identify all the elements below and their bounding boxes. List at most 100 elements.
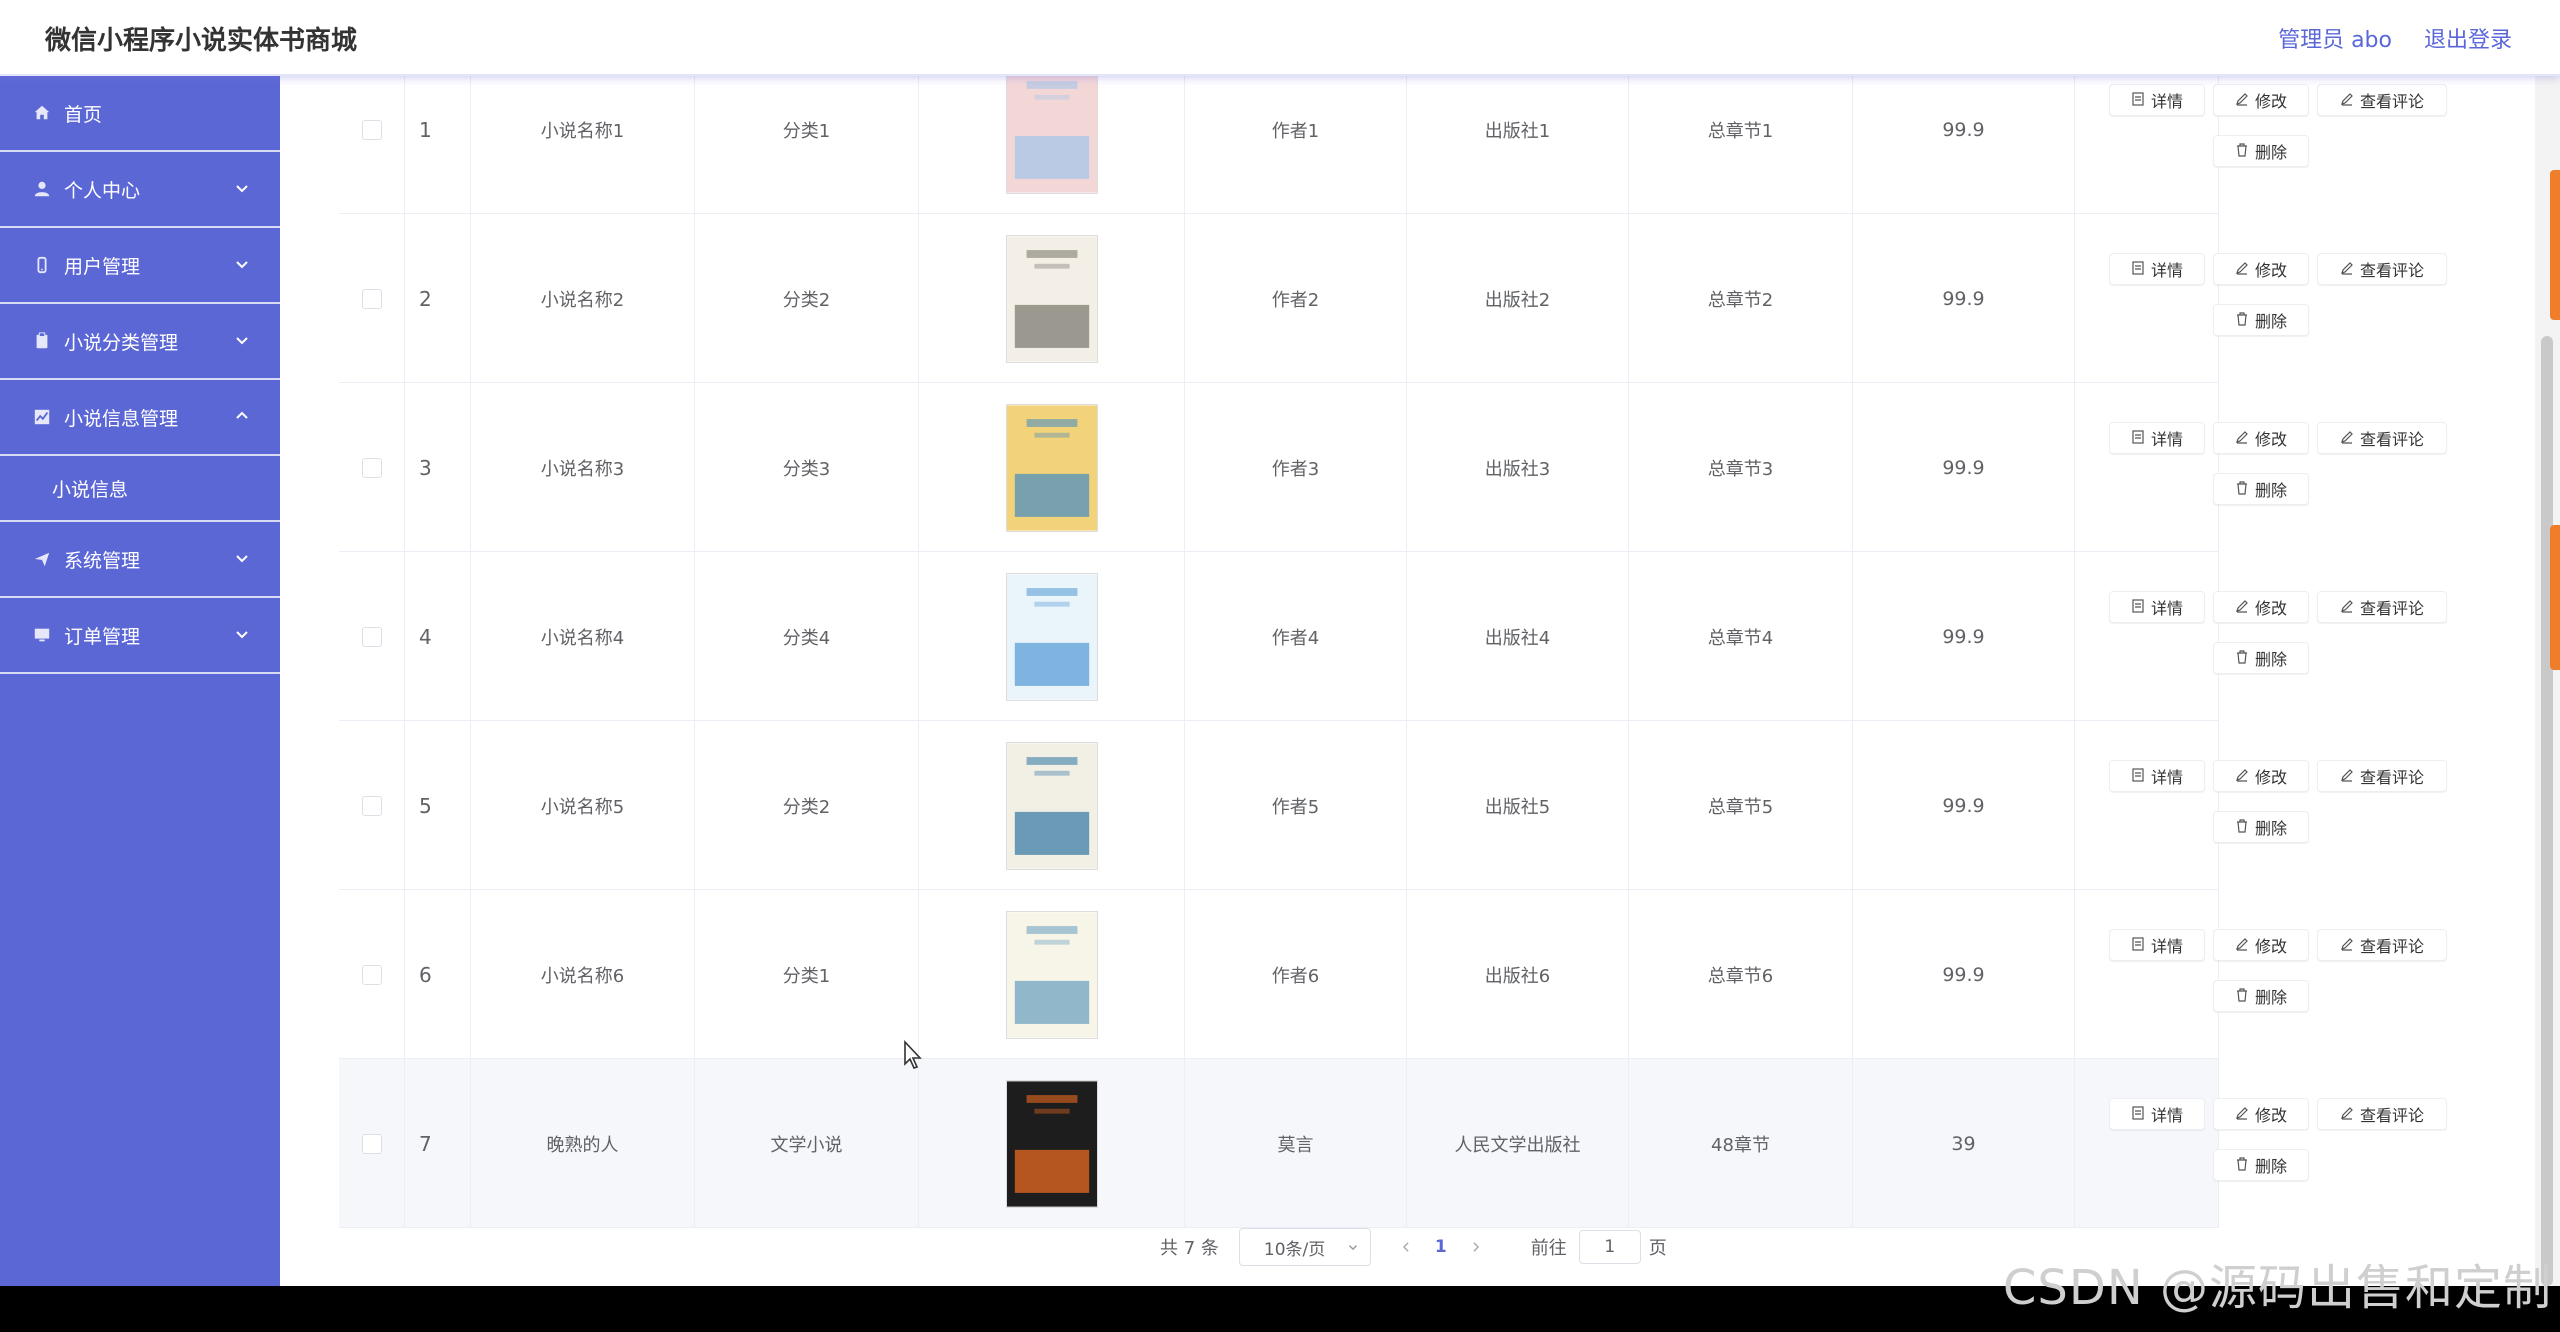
row-checkbox[interactable] bbox=[361, 119, 382, 140]
detail-button[interactable]: 详情 bbox=[2109, 1098, 2205, 1130]
sidebar-subitem-novel-info[interactable]: 小说信息 bbox=[0, 456, 280, 522]
sidebar-item-home[interactable]: 首页 bbox=[0, 76, 280, 152]
view-comments-button[interactable]: 查看评论 bbox=[2317, 84, 2447, 116]
ops-cell bbox=[2075, 890, 2219, 1059]
view-comments-button[interactable]: 查看评论 bbox=[2317, 253, 2447, 285]
row-checkbox[interactable] bbox=[361, 964, 382, 985]
sidebar-item-users[interactable]: 用户管理 bbox=[0, 228, 280, 304]
monitor-icon bbox=[32, 625, 52, 645]
novel-name: 小说名称5 bbox=[471, 721, 695, 890]
page-size-value: 10条/页 bbox=[1263, 1239, 1326, 1260]
novel-name: 小说名称3 bbox=[471, 383, 695, 552]
goto-page-input[interactable] bbox=[1578, 1230, 1641, 1264]
detail-button[interactable]: 详情 bbox=[2109, 422, 2205, 454]
book-cover-image[interactable] bbox=[1005, 1079, 1098, 1208]
chevron-down-icon bbox=[236, 185, 248, 193]
delete-button[interactable]: 删除 bbox=[2213, 473, 2309, 505]
chevron-down-icon bbox=[236, 337, 248, 345]
next-page-icon[interactable] bbox=[1469, 1240, 1483, 1254]
row-checkbox[interactable] bbox=[361, 1133, 382, 1154]
book-cover-image[interactable] bbox=[1005, 910, 1098, 1039]
row-checkbox[interactable] bbox=[361, 795, 382, 816]
edit-button[interactable]: 修改 bbox=[2213, 422, 2309, 454]
detail-button[interactable]: 详情 bbox=[2109, 591, 2205, 623]
view-comments-button[interactable]: 查看评论 bbox=[2317, 591, 2447, 623]
novel-author: 莫言 bbox=[1185, 1059, 1407, 1228]
sidebar-item-novel-info[interactable]: 小说信息管理 bbox=[0, 380, 280, 456]
view-comments-button[interactable]: 查看评论 bbox=[2317, 760, 2447, 792]
view-comments-button[interactable]: 查看评论 bbox=[2317, 422, 2447, 454]
delete-button[interactable]: 删除 bbox=[2213, 642, 2309, 674]
goto-label: 前往 bbox=[1530, 1238, 1567, 1259]
scrollbar-thumb[interactable] bbox=[2541, 336, 2553, 1286]
sidebar-item-system[interactable]: 系统管理 bbox=[0, 522, 280, 598]
book-cover-image[interactable] bbox=[1005, 572, 1098, 701]
chevron-down-icon bbox=[236, 555, 248, 563]
book-cover-image[interactable] bbox=[1005, 403, 1098, 532]
side-accent-top bbox=[2550, 170, 2560, 320]
prev-page-icon[interactable] bbox=[1399, 1240, 1413, 1254]
edit-icon bbox=[2340, 936, 2354, 955]
edit-button[interactable]: 修改 bbox=[2213, 1098, 2309, 1130]
mouse-cursor-icon bbox=[904, 1040, 922, 1069]
detail-button[interactable]: 详情 bbox=[2109, 760, 2205, 792]
detail-button[interactable]: 详情 bbox=[2109, 84, 2205, 116]
sidebar-item-category[interactable]: 小说分类管理 bbox=[0, 304, 280, 380]
view-comments-button[interactable]: 查看评论 bbox=[2317, 929, 2447, 961]
row-index: 6 bbox=[405, 890, 471, 1059]
sidebar-subitem-label: 小说信息 bbox=[52, 478, 129, 501]
novel-publisher: 出版社5 bbox=[1407, 721, 1629, 890]
delete-button[interactable]: 删除 bbox=[2213, 135, 2309, 167]
sidebar: 首页 个人中心 用户管理 小说分类管理 小说信息管理 小说信息 系统管理 订单管… bbox=[0, 76, 280, 1286]
edit-button[interactable]: 修改 bbox=[2213, 929, 2309, 961]
edit-icon bbox=[2340, 1105, 2354, 1124]
book-cover-image[interactable] bbox=[1005, 741, 1098, 870]
delete-button[interactable]: 删除 bbox=[2213, 980, 2309, 1012]
page-number-current[interactable]: 1 bbox=[1435, 1237, 1447, 1257]
sidebar-item-label: 小说信息管理 bbox=[64, 407, 179, 430]
sidebar-item-label: 用户管理 bbox=[64, 255, 141, 278]
cover-cell bbox=[919, 552, 1185, 721]
delete-button[interactable]: 删除 bbox=[2213, 1149, 2309, 1181]
document-icon bbox=[2131, 767, 2145, 786]
edit-icon bbox=[2235, 767, 2249, 786]
row-index: 2 bbox=[405, 214, 471, 383]
row-checkbox[interactable] bbox=[361, 288, 382, 309]
row-checkbox[interactable] bbox=[361, 457, 382, 478]
edit-button[interactable]: 修改 bbox=[2213, 591, 2309, 623]
edit-button[interactable]: 修改 bbox=[2213, 760, 2309, 792]
sidebar-item-label: 小说分类管理 bbox=[64, 331, 179, 354]
novel-publisher: 出版社4 bbox=[1407, 552, 1629, 721]
home-icon bbox=[32, 103, 52, 123]
delete-button[interactable]: 删除 bbox=[2213, 304, 2309, 336]
sidebar-item-orders[interactable]: 订单管理 bbox=[0, 598, 280, 674]
document-icon bbox=[2131, 936, 2145, 955]
book-cover-image[interactable] bbox=[1005, 234, 1098, 363]
admin-label[interactable]: 管理员 abo bbox=[2278, 22, 2392, 54]
novel-category: 文学小说 bbox=[695, 1059, 919, 1228]
chevron-down-icon bbox=[236, 261, 248, 269]
row-checkbox[interactable] bbox=[361, 626, 382, 647]
document-icon bbox=[2131, 598, 2145, 617]
sidebar-item-label: 个人中心 bbox=[64, 179, 141, 202]
delete-button[interactable]: 删除 bbox=[2213, 811, 2309, 843]
novel-chapters: 总章节3 bbox=[1629, 383, 1853, 552]
logout-link[interactable]: 退出登录 bbox=[2424, 22, 2512, 54]
edit-button[interactable]: 修改 bbox=[2213, 253, 2309, 285]
trash-icon bbox=[2235, 987, 2249, 1006]
table-row: 6 小说名称6 分类1 作者6 出版社6 总章节6 99.9 详情 修改 查看评论 删除 bbox=[339, 890, 2447, 1059]
sidebar-item-label: 系统管理 bbox=[64, 549, 141, 572]
cover-cell bbox=[919, 1059, 1185, 1228]
edit-button[interactable]: 修改 bbox=[2213, 84, 2309, 116]
detail-button[interactable]: 详情 bbox=[2109, 929, 2205, 961]
book-cover-image[interactable] bbox=[1005, 65, 1098, 194]
row-index: 3 bbox=[405, 383, 471, 552]
send-icon bbox=[32, 549, 52, 569]
row-check-cell bbox=[339, 552, 405, 721]
sidebar-item-personal[interactable]: 个人中心 bbox=[0, 152, 280, 228]
page-size-select[interactable]: 10条/页 bbox=[1238, 1228, 1371, 1266]
view-comments-button[interactable]: 查看评论 bbox=[2317, 1098, 2447, 1130]
edit-icon bbox=[2235, 936, 2249, 955]
novel-category: 分类2 bbox=[695, 721, 919, 890]
detail-button[interactable]: 详情 bbox=[2109, 253, 2205, 285]
